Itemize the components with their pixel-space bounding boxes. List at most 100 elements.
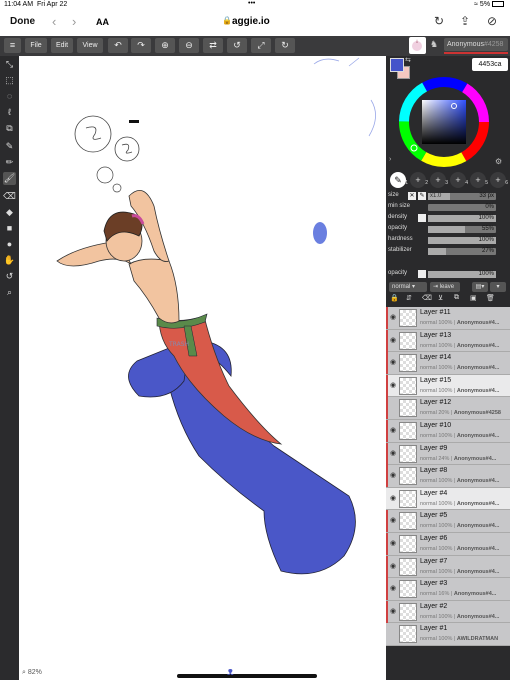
compass-icon[interactable]: ⊘: [487, 14, 497, 28]
drawing-canvas[interactable]: TRASH: [19, 56, 386, 680]
lock-layer-icon[interactable]: 🔒: [390, 294, 399, 302]
visibility-eye-icon[interactable]: ◉: [390, 471, 396, 479]
flip-icon[interactable]: ⇄: [203, 38, 223, 53]
opacity-slider[interactable]: 55%: [428, 226, 496, 233]
primary-color-swatch[interactable]: [390, 58, 404, 72]
brush-size-1[interactable]: ✎ 1: [390, 172, 408, 188]
size-slider[interactable]: x1.0 33 px: [428, 193, 496, 200]
username-field[interactable]: Anonymous#4258: [444, 38, 508, 51]
magnifier-icon[interactable]: ⌕: [3, 286, 16, 299]
lasso-icon[interactable]: ℓ: [3, 106, 16, 119]
min-size-slider[interactable]: 0%: [428, 204, 496, 211]
brush-size-2[interactable]: +2: [410, 172, 428, 188]
layer-row[interactable]: ◉ Layer #9 normal 24% | Anonymous#4...: [386, 442, 510, 466]
rect-select-icon[interactable]: ⬚: [3, 74, 16, 87]
visibility-eye-icon[interactable]: ◉: [390, 426, 396, 434]
layer-opacity-toggle[interactable]: [418, 270, 426, 278]
layer-row[interactable]: ◉ Layer #7 normal 100% | Anonymous#4...: [386, 555, 510, 579]
clear-layer-icon[interactable]: ⌫: [422, 294, 432, 302]
rotate-left-icon[interactable]: ↺: [227, 38, 247, 53]
layer-menu-icon[interactable]: ▤▾: [472, 282, 488, 292]
color-wheel[interactable]: [398, 76, 490, 168]
layer-row[interactable]: ◉ Layer #14 normal 100% | Anonymous#4...: [386, 352, 510, 375]
stabilizer-slider[interactable]: 27%: [428, 248, 496, 255]
visibility-eye-icon[interactable]: ◉: [390, 336, 396, 344]
rotate-view-icon[interactable]: ↺: [3, 270, 16, 283]
new-layer-icon[interactable]: ▣: [470, 294, 477, 302]
hardness-slider[interactable]: 100%: [428, 237, 496, 244]
density-slider[interactable]: 100%: [428, 215, 496, 222]
brush-size-6[interactable]: +6: [490, 172, 508, 188]
leave-button[interactable]: ⇥ leave: [430, 282, 460, 292]
pencil-icon[interactable]: ✏: [3, 156, 16, 169]
visibility-eye-icon[interactable]: ◉: [390, 516, 396, 524]
transfer-icon[interactable]: ⇵: [406, 294, 412, 302]
layer-row[interactable]: Layer #1 normal 100% | AWILDRATMAN: [386, 623, 510, 646]
visibility-eye-icon[interactable]: ◉: [390, 313, 396, 321]
ellipse-icon[interactable]: ●: [3, 238, 16, 251]
duplicate-icon[interactable]: ⧉: [454, 294, 459, 302]
layer-row[interactable]: ◉ Layer #11 normal 100% | Anonymous#4...: [386, 307, 510, 330]
layer-row[interactable]: ◉ Layer #6 normal 100% | Anonymous#4...: [386, 533, 510, 556]
size-lock-icon[interactable]: ✕: [408, 192, 416, 200]
edit-menu[interactable]: Edit: [51, 38, 73, 53]
hand-icon[interactable]: ✋: [3, 254, 16, 267]
delete-layer-icon[interactable]: 🗑: [486, 294, 495, 302]
layer-row[interactable]: ◉ Layer #10 normal 100% | Anonymous#4...: [386, 420, 510, 443]
layer-opacity-slider[interactable]: 100%: [428, 271, 496, 278]
redo-icon[interactable]: ↷: [131, 38, 151, 53]
layer-row[interactable]: ◉ Layer #13 normal 100% | Anonymous#4...: [386, 329, 510, 353]
multitask-dots-icon[interactable]: •••: [248, 0, 255, 7]
zoom-in-icon[interactable]: ⊕: [155, 38, 175, 53]
done-button[interactable]: Done: [10, 16, 35, 27]
visibility-eye-icon[interactable]: ◉: [390, 449, 396, 457]
hex-color-input[interactable]: 4453ca: [472, 58, 508, 71]
layer-row[interactable]: ◉ Layer #8 normal 100% | Anonymous#4...: [386, 465, 510, 488]
reload-icon[interactable]: ↻: [434, 14, 444, 28]
brush-size-3[interactable]: +3: [430, 172, 448, 188]
visibility-eye-icon[interactable]: ◉: [390, 381, 396, 389]
density-toggle[interactable]: [418, 214, 426, 222]
rotate-right-icon[interactable]: ↻: [275, 38, 295, 53]
gear-icon[interactable]: ⚙: [495, 157, 502, 166]
zoom-out-icon[interactable]: ⊖: [179, 38, 199, 53]
brush-size-5[interactable]: +5: [470, 172, 488, 188]
layer-options-icon[interactable]: ▾: [490, 282, 506, 292]
layer-row[interactable]: ◉ Layer #2 normal 100% | Anonymous#4...: [386, 600, 510, 624]
visibility-eye-icon[interactable]: ◉: [390, 584, 396, 592]
forward-icon[interactable]: ›: [72, 14, 76, 29]
fill-bucket-icon[interactable]: ◆: [3, 206, 16, 219]
back-icon[interactable]: ‹: [52, 14, 56, 29]
brush-icon[interactable]: 🖌: [3, 172, 16, 185]
fullscreen-icon[interactable]: ⤢: [251, 38, 271, 53]
avatar[interactable]: [409, 37, 426, 54]
layer-row[interactable]: ◉ Layer #4 normal 100% | Anonymous#4...: [386, 487, 510, 511]
url-text[interactable]: aggie.io: [232, 16, 270, 27]
swap-colors-icon[interactable]: ⇆: [405, 56, 411, 64]
blend-mode-select[interactable]: normal ▾: [389, 282, 427, 292]
brush-size-4[interactable]: +4: [450, 172, 468, 188]
ellipse-select-icon[interactable]: ◌: [3, 90, 16, 103]
transform-icon[interactable]: ⧉: [3, 122, 16, 135]
eraser-icon[interactable]: ⌫: [3, 190, 16, 203]
view-menu[interactable]: View: [77, 38, 103, 53]
layer-row[interactable]: ◉ Layer #15 normal 100% | Anonymous#4...: [386, 374, 510, 398]
layer-row[interactable]: ◉ Layer #5 normal 100% | Anonymous#4...: [386, 510, 510, 533]
layer-row[interactable]: Layer #12 normal 20% | Anonymous#4258: [386, 397, 510, 420]
merge-icon[interactable]: ⊻: [438, 294, 443, 302]
file-menu[interactable]: File: [25, 38, 47, 53]
visibility-eye-icon[interactable]: ◉: [390, 562, 396, 570]
visibility-eye-icon[interactable]: ◉: [390, 494, 396, 502]
share-icon[interactable]: ⇪: [460, 14, 470, 28]
size-pressure-icon[interactable]: ✎: [418, 192, 426, 200]
visibility-eye-icon[interactable]: ◉: [390, 607, 396, 615]
layer-row[interactable]: ◉ Layer #3 normal 16% | Anonymous#4...: [386, 578, 510, 601]
chevron-right-icon[interactable]: ›: [389, 156, 391, 163]
rectangle-icon[interactable]: ■: [3, 222, 16, 235]
move-tool-icon[interactable]: ⤡: [3, 58, 16, 71]
hamburger-menu-icon[interactable]: ≡: [4, 38, 21, 53]
reader-aa-button[interactable]: AA: [96, 17, 109, 27]
visibility-eye-icon[interactable]: ◉: [390, 358, 396, 366]
eyedropper-icon[interactable]: ✎: [3, 140, 16, 153]
visibility-eye-icon[interactable]: ◉: [390, 539, 396, 547]
